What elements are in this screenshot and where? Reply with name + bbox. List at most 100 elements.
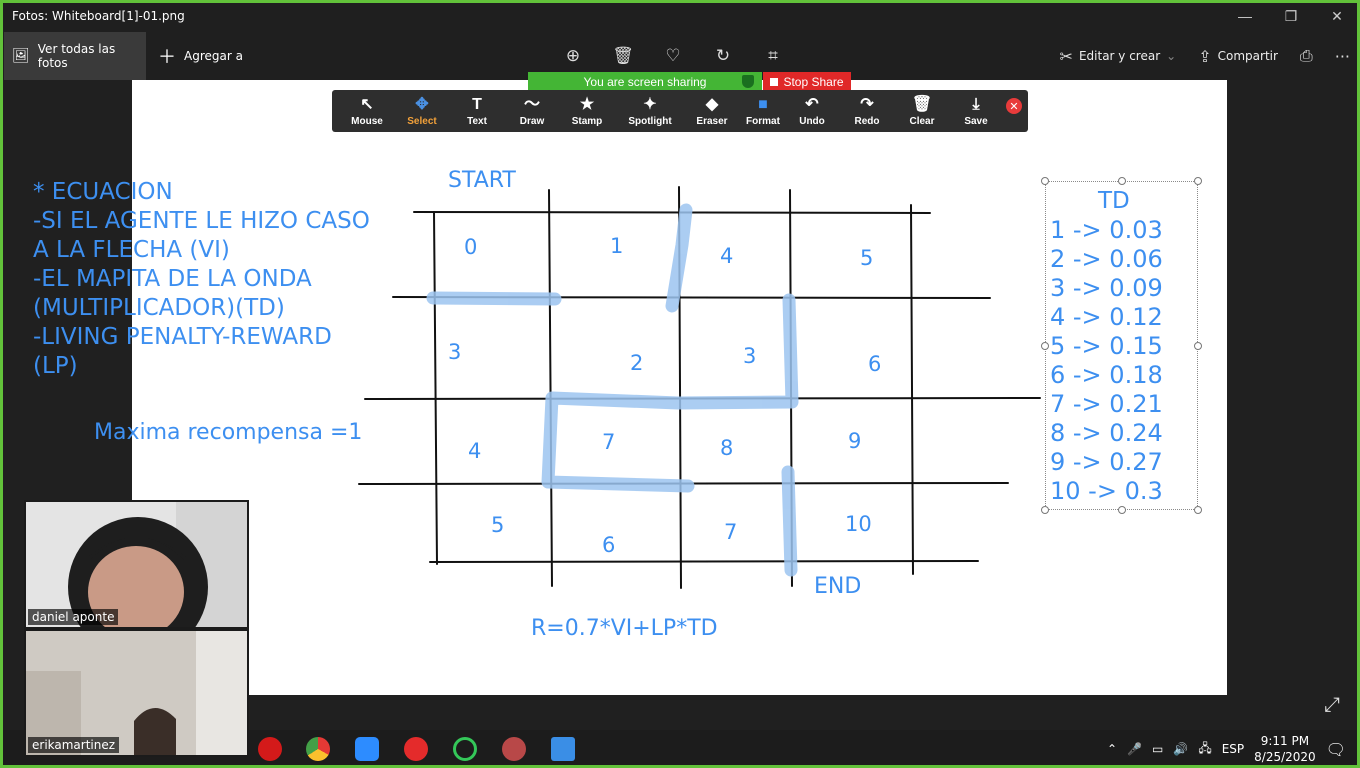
- resize-handle[interactable]: [1118, 177, 1126, 185]
- screen-sharing-banner[interactable]: You are screen sharing: [528, 72, 762, 91]
- resize-handle[interactable]: [1041, 177, 1049, 185]
- tool-label: Select: [407, 115, 437, 127]
- chrome-icon[interactable]: [306, 737, 330, 761]
- td-item: 3 -> 0.09: [1050, 274, 1163, 302]
- tool-mouse[interactable]: ↖ Mouse: [348, 90, 386, 132]
- shield-icon: [742, 75, 754, 88]
- note-line: (LP): [33, 353, 78, 379]
- resize-handle[interactable]: [1194, 342, 1202, 350]
- participant-name: daniel aponte: [28, 609, 119, 625]
- undo-icon: ↶: [805, 95, 819, 113]
- photos-icon[interactable]: [551, 737, 575, 761]
- equation-notes: * ECUACION -SI EL AGENTE LE HIZO CASO A …: [33, 178, 370, 381]
- eraser-icon: ◆: [705, 95, 719, 113]
- opera-icon[interactable]: [258, 737, 282, 761]
- cell-number: 4: [468, 439, 482, 463]
- tool-label: Stamp: [571, 115, 603, 127]
- stop-share-label: Stop Share: [783, 74, 844, 89]
- draw-icon: 〜: [523, 95, 540, 113]
- path-stroke: [426, 291, 562, 306]
- battery-icon[interactable]: ▭: [1152, 742, 1163, 756]
- star-icon: ★: [579, 95, 595, 113]
- td-item: 10 -> 0.3: [1050, 477, 1163, 505]
- note-line: -LIVING PENALTY-REWARD: [33, 324, 332, 350]
- tool-label: Undo: [799, 115, 825, 127]
- tool-redo[interactable]: ↷ Redo: [847, 90, 887, 132]
- max-reward-note: Maxima recompensa =1: [94, 420, 363, 445]
- sharing-label: You are screen sharing: [583, 74, 707, 89]
- tool-save[interactable]: ⤓ Save: [956, 90, 996, 132]
- redo-icon: ↷: [860, 95, 874, 113]
- app-icon[interactable]: [453, 737, 477, 761]
- cell-number: 3: [743, 344, 757, 368]
- cell-number: 5: [860, 246, 874, 270]
- tool-label: Draw: [519, 115, 545, 127]
- notification-icon[interactable]: 🗨: [1326, 740, 1346, 759]
- cursor-icon: ↖: [360, 95, 374, 113]
- resize-handle[interactable]: [1041, 506, 1049, 514]
- note-line: -SI EL AGENTE LE HIZO CASO: [33, 208, 370, 234]
- cell-number: 7: [602, 430, 616, 454]
- tool-label: Text: [467, 115, 487, 127]
- app-icon[interactable]: [502, 737, 526, 761]
- cell-number: 4: [720, 244, 734, 268]
- tool-undo[interactable]: ↶ Undo: [792, 90, 832, 132]
- tool-spotlight[interactable]: ✦ Spotlight: [624, 90, 676, 132]
- cell-number: 5: [491, 513, 505, 537]
- grid-line: [910, 204, 914, 575]
- resize-handle[interactable]: [1041, 342, 1049, 350]
- language-indicator[interactable]: ESP: [1222, 742, 1244, 756]
- tool-clear[interactable]: 🗑 Clear: [902, 90, 942, 132]
- close-annotation-icon[interactable]: ✕: [1006, 98, 1022, 114]
- save-icon: ⤓: [972, 95, 980, 113]
- resize-handle[interactable]: [1194, 506, 1202, 514]
- microphone-icon[interactable]: 🎤: [1127, 742, 1142, 756]
- end-label: END: [814, 574, 862, 599]
- participant-video[interactable]: erikamartinez: [24, 629, 249, 757]
- clock[interactable]: 9:11 PM 8/25/2020: [1254, 733, 1316, 765]
- tool-stamp[interactable]: ★ Stamp: [566, 90, 608, 132]
- tool-format[interactable]: ■ Format: [742, 90, 784, 132]
- annotation-toolbar: ↖ Mouse ✥ Select T Text 〜 Draw ★ Stamp ✦…: [332, 90, 1028, 132]
- td-item: 6 -> 0.18: [1050, 361, 1163, 389]
- cell-number: 6: [602, 533, 616, 557]
- stop-share-button[interactable]: Stop Share: [763, 72, 851, 91]
- td-item: 1 -> 0.03: [1050, 216, 1163, 244]
- resize-handle[interactable]: [1194, 177, 1202, 185]
- cell-number: 9: [848, 429, 862, 453]
- participant-video[interactable]: daniel aponte: [24, 500, 249, 629]
- cell-number: 10: [845, 512, 872, 536]
- grid-line: [429, 560, 979, 563]
- tool-label: Spotlight: [628, 115, 672, 127]
- td-item: 5 -> 0.15: [1050, 332, 1163, 360]
- expand-icon[interactable]: ⤢: [1324, 694, 1340, 717]
- trash-icon: 🗑: [911, 95, 933, 113]
- move-icon: ✥: [415, 95, 429, 113]
- tool-draw[interactable]: 〜 Draw: [512, 90, 552, 132]
- resize-handle[interactable]: [1118, 506, 1126, 514]
- path-stroke: [541, 293, 799, 493]
- tool-text[interactable]: T Text: [457, 90, 497, 132]
- td-item: 9 -> 0.27: [1050, 448, 1163, 476]
- td-item: 4 -> 0.12: [1050, 303, 1163, 331]
- cell-number: 2: [630, 351, 644, 375]
- tool-label: Format: [746, 115, 780, 127]
- cell-number: 1: [610, 234, 624, 258]
- chevron-up-icon[interactable]: ⌃: [1107, 742, 1117, 756]
- note-line: A LA FLECHA (VI): [33, 237, 230, 263]
- tool-select[interactable]: ✥ Select: [402, 90, 442, 132]
- grid-line: [548, 189, 553, 587]
- network-icon[interactable]: 🖧: [1198, 739, 1211, 760]
- volume-icon[interactable]: 🔊: [1173, 742, 1188, 756]
- note-line: * ECUACION: [33, 179, 173, 205]
- zoom-icon[interactable]: [355, 737, 379, 761]
- path-stroke: [665, 203, 693, 313]
- format-icon: ■: [758, 95, 768, 113]
- start-label: START: [448, 168, 516, 193]
- note-line: -EL MAPITA DE LA ONDA: [33, 266, 312, 292]
- path-stroke: [781, 465, 798, 577]
- app-icon[interactable]: [404, 737, 428, 761]
- tool-eraser[interactable]: ◆ Eraser: [690, 90, 734, 132]
- td-item: 2 -> 0.06: [1050, 245, 1163, 273]
- clock-time: 9:11 PM: [1260, 734, 1310, 748]
